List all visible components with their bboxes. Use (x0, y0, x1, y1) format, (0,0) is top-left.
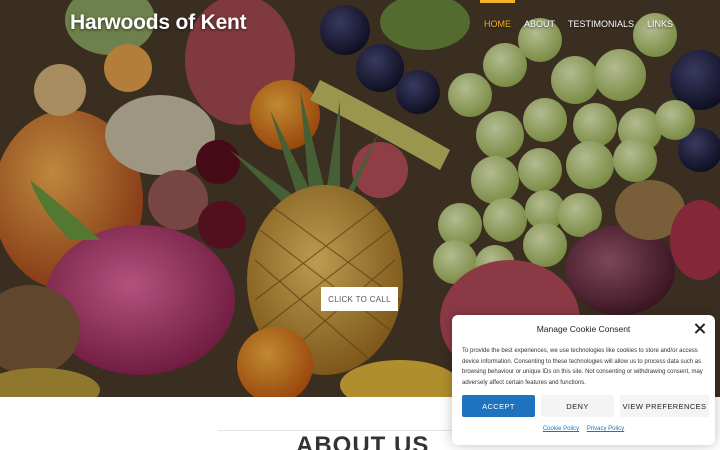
nav-item-links[interactable]: LINKS (647, 19, 673, 29)
main-nav: HOME ABOUT TESTIMONIALS LINKS (480, 0, 686, 29)
about-heading: ABOUT US (296, 432, 430, 450)
accept-button[interactable]: ACCEPT (462, 395, 535, 417)
nav-item-testimonials[interactable]: TESTIMONIALS (568, 19, 634, 29)
site-title[interactable]: Harwoods of Kent (70, 11, 247, 35)
view-preferences-button[interactable]: VIEW PREFERENCES (620, 395, 709, 417)
cookie-links: Cookie Policy Privacy Policy (452, 426, 715, 432)
cookie-body-text: To provide the best experiences, we use … (462, 348, 703, 386)
nav-item-about[interactable]: ABOUT (524, 19, 555, 29)
deny-button[interactable]: DENY (541, 395, 614, 417)
close-icon[interactable] (694, 323, 705, 334)
cookie-title: Manage Cookie Consent (536, 324, 631, 334)
cookie-buttons: ACCEPT DENY VIEW PREFERENCES (462, 395, 709, 417)
cookie-policy-link[interactable]: Cookie Policy (543, 426, 579, 432)
nav-item-home[interactable]: HOME (480, 0, 515, 29)
cookie-consent-dialog: Manage Cookie Consent To provide the bes… (452, 315, 715, 445)
privacy-policy-link[interactable]: Privacy Policy (587, 426, 624, 432)
click-to-call-button[interactable]: CLICK TO CALL (321, 287, 398, 311)
